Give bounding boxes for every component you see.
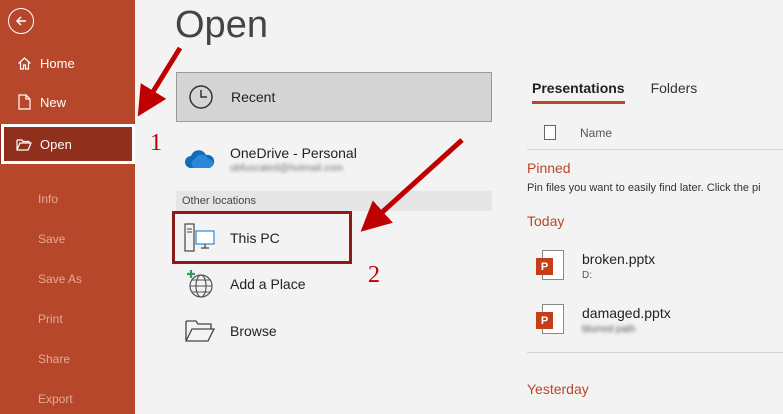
file-name: broken.pptx [582,251,656,267]
cloud-icon [184,143,216,175]
powerpoint-file-icon: P [536,250,566,282]
powerpoint-file-icon: P [536,304,566,336]
nav-save-as-label: Save As [38,272,83,286]
nav-export[interactable]: Export [0,380,135,414]
today-heading: Today [527,213,565,229]
file-item-broken[interactable]: P broken.pptx D: [536,246,783,286]
nav-save-label: Save [38,232,66,246]
file-item-damaged[interactable]: P damaged.pptx blurred path [536,300,783,340]
back-arrow-icon[interactable] [8,8,34,34]
location-this-pc-label: This PC [230,230,280,246]
home-icon [16,55,32,71]
folder-icon [184,315,216,347]
pinned-hint: Pin files you want to easily find later.… [527,182,761,194]
list-divider [527,352,783,353]
other-locations-heading: Other locations [176,191,492,211]
nav-home[interactable]: Home [0,44,135,82]
nav-save-as[interactable]: Save As [0,260,135,298]
nav-open[interactable]: Open [0,124,135,164]
location-recent[interactable]: Recent [176,72,492,122]
location-onedrive[interactable]: OneDrive - Personal obfuscated@hotmail.c… [176,138,492,180]
location-add-place[interactable]: Add a Place [176,262,492,306]
nav-export-label: Export [38,392,73,406]
location-onedrive-label: OneDrive - Personal [230,144,357,161]
open-folder-icon [16,136,32,152]
location-recent-label: Recent [231,89,276,105]
name-column-header[interactable]: Name [544,125,612,140]
tab-folders[interactable]: Folders [651,80,698,104]
globe-add-icon [184,268,216,300]
nav-save[interactable]: Save [0,220,135,258]
pinned-heading: Pinned [527,160,571,176]
nav-print-label: Print [38,312,63,326]
name-header-label: Name [580,125,613,140]
location-this-pc[interactable]: This PC [176,216,492,260]
computer-icon [184,222,216,254]
annotation-step-1: 1 [150,130,162,156]
location-browse-label: Browse [230,323,277,339]
yesterday-heading: Yesterday [527,381,589,397]
nav-info[interactable]: Info [0,180,135,218]
nav-new-label: New [40,94,67,110]
nav-home-label: Home [40,55,75,71]
file-path: blurred path [582,324,636,335]
annotation-step-2: 2 [368,262,380,288]
location-add-place-label: Add a Place [230,276,306,292]
arrow-1 [137,46,183,117]
new-document-icon [16,94,32,110]
nav-new[interactable]: New [0,83,135,121]
file-path: D: [582,270,592,281]
nav-print[interactable]: Print [0,300,135,338]
location-browse[interactable]: Browse [176,310,492,352]
nav-share[interactable]: Share [0,340,135,378]
file-tabs: Presentations Folders [532,80,723,104]
backstage-sidebar: Home New Open Info Save Save As Print Sh… [0,0,135,414]
page-title: Open [175,4,268,46]
tab-presentations[interactable]: Presentations [532,80,625,104]
clock-icon [185,81,217,113]
nav-share-label: Share [38,352,71,366]
nav-open-label: Open [40,136,72,152]
onedrive-account: obfuscated@hotmail.com [230,162,343,174]
header-divider [527,149,783,150]
file-type-icon [544,125,556,140]
file-name: damaged.pptx [582,305,671,321]
nav-info-label: Info [38,192,59,206]
